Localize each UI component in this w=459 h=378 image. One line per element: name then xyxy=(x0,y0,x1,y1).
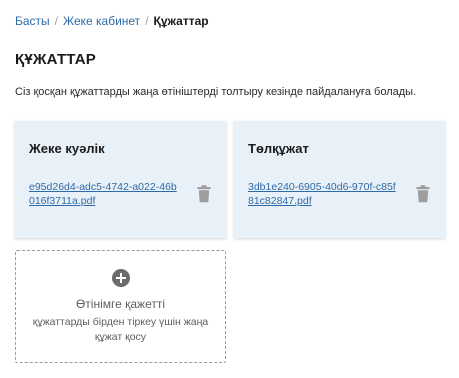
document-card-passport: Төлқұжат 3db1e240-6905-40d6-970f-c85f81c… xyxy=(234,121,445,238)
document-title: Төлқұжат xyxy=(248,141,309,156)
document-title: Жеке куәлік xyxy=(29,141,105,156)
breadcrumb-separator: / xyxy=(145,14,149,28)
page-title: ҚҰЖАТТАР xyxy=(15,51,96,68)
document-file-link[interactable]: 3db1e240-6905-40d6-970f-c85f81c82847.pdf xyxy=(248,180,398,208)
document-card-id: Жеке куәлік e95d26d4-adc5-4742-a022-46b0… xyxy=(15,121,226,238)
trash-icon[interactable] xyxy=(415,185,431,203)
plus-circle-icon xyxy=(112,269,130,287)
add-document-button[interactable]: Өтінімге қажетті құжаттарды бірден тірке… xyxy=(15,250,226,363)
breadcrumb-cabinet-link[interactable]: Жеке кабинет xyxy=(63,14,140,28)
add-document-title: Өтінімге қажетті xyxy=(75,297,166,311)
breadcrumb: Басты / Жеке кабинет / Құжаттар xyxy=(15,14,209,28)
breadcrumb-current: Құжаттар xyxy=(153,14,209,28)
page-subtitle: Сіз қосқан құжаттарды жаңа өтініштерді т… xyxy=(15,86,417,98)
trash-icon[interactable] xyxy=(196,185,212,203)
breadcrumb-separator: / xyxy=(54,14,59,28)
breadcrumb-home-link[interactable]: Басты xyxy=(15,14,50,28)
document-file-link[interactable]: e95d26d4-adc5-4742-a022-46b016f3711a.pdf xyxy=(29,180,179,208)
add-document-description: құжаттарды бірден тіркеу үшін жаңа құжат… xyxy=(32,316,209,343)
